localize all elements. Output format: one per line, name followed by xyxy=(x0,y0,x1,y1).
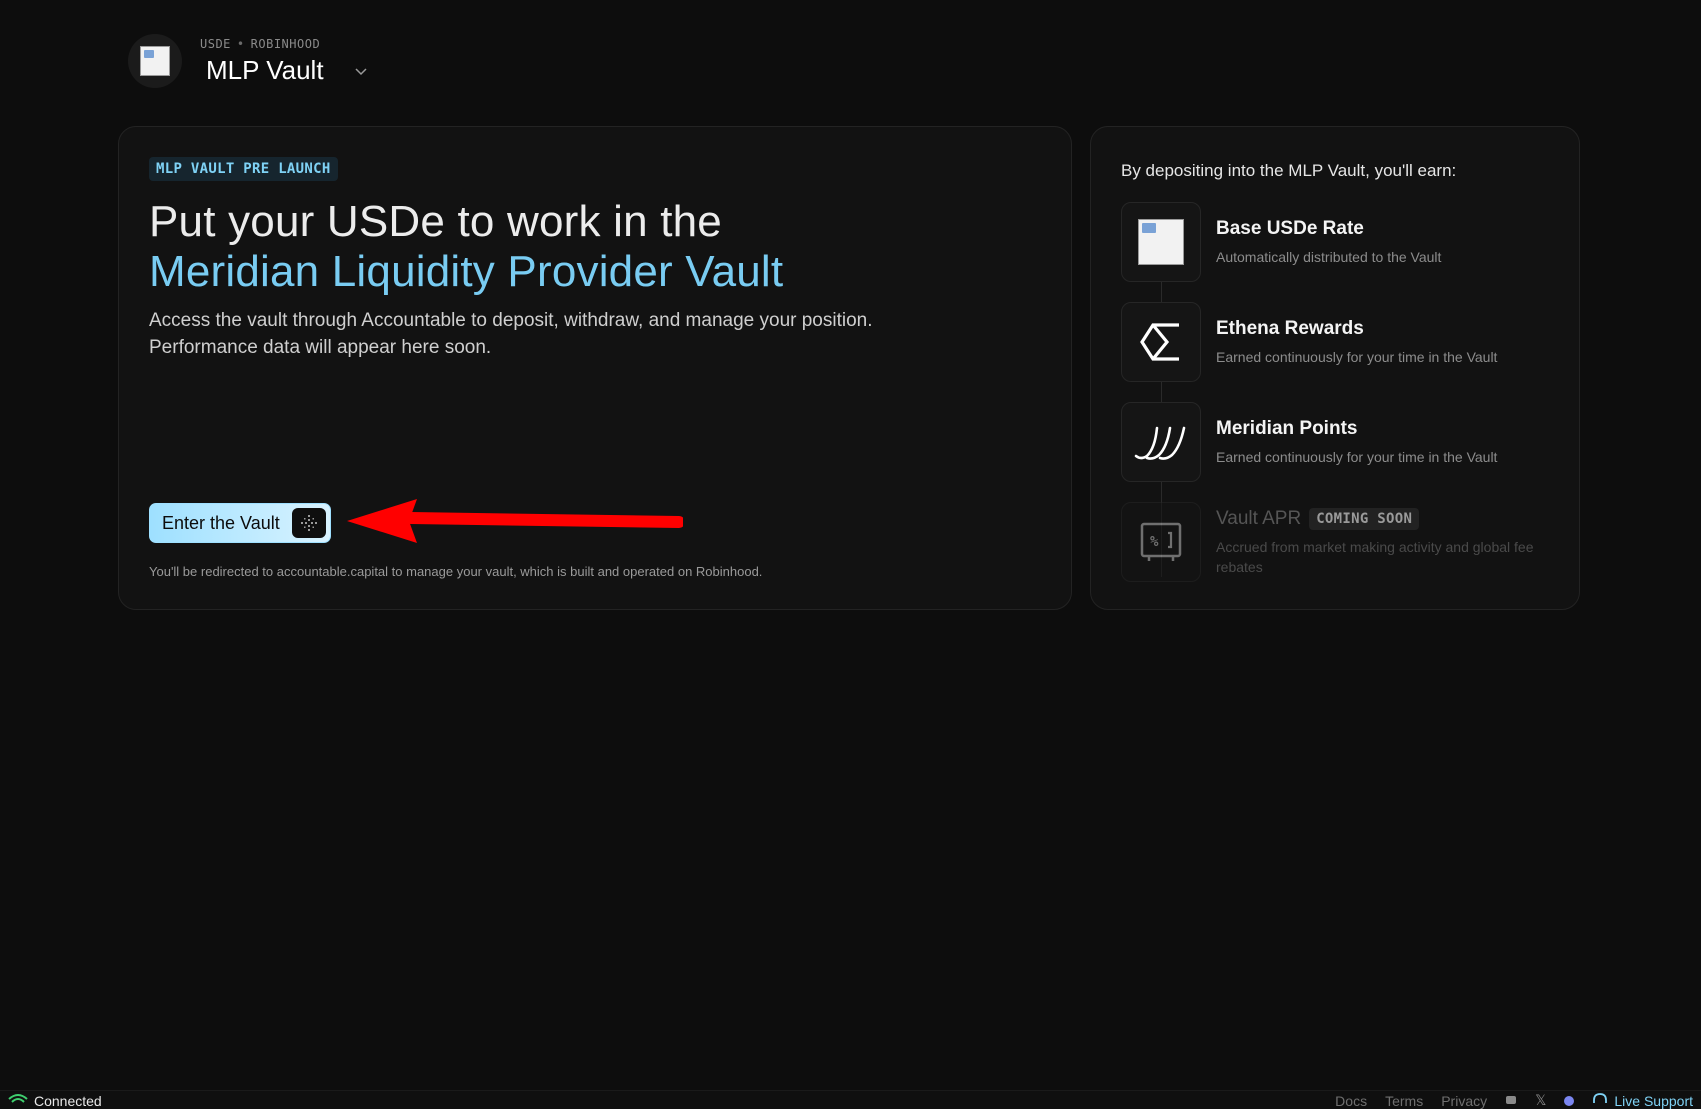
discord-icon[interactable] xyxy=(1505,1093,1517,1109)
status-dot-icon xyxy=(1564,1095,1575,1106)
broken-image-icon xyxy=(1138,219,1184,265)
reward-description: Earned continuously for your time in the… xyxy=(1216,349,1498,365)
description-line-2: Performance data will appear here soon. xyxy=(149,337,492,358)
meta-separator: • xyxy=(236,36,245,51)
vault-selector[interactable]: USDE • ROBINHOOD MLP Vault xyxy=(198,37,368,86)
coming-soon-badge: COMING SOON xyxy=(1309,508,1420,530)
footer-link-docs[interactable]: Docs xyxy=(1335,1093,1367,1109)
connection-status-label: Connected xyxy=(34,1092,102,1109)
meridian-logo-icon xyxy=(1134,426,1186,460)
red-arrow-annotation xyxy=(347,499,683,543)
x-twitter-icon[interactable]: 𝕏 xyxy=(1535,1092,1546,1109)
reward-title-text: Vault APR xyxy=(1216,508,1302,529)
live-support-label: Live Support xyxy=(1614,1092,1693,1109)
chain-label: ROBINHOOD xyxy=(250,36,321,51)
wifi-icon xyxy=(8,1092,28,1109)
reward-description: Automatically distributed to the Vault xyxy=(1216,249,1442,265)
footer-link-terms[interactable]: Terms xyxy=(1385,1093,1423,1109)
reward-ethena-rewards: Ethena Rewards Earned continuously for y… xyxy=(1121,302,1561,382)
redirect-note: You'll be redirected to accountable.capi… xyxy=(149,564,763,579)
headline: Put your USDe to work in the Meridian Li… xyxy=(149,197,783,297)
earnings-heading: By depositing into the MLP Vault, you'll… xyxy=(1121,161,1457,180)
headset-icon xyxy=(1592,1092,1608,1109)
prelaunch-badge: MLP VAULT PRE LAUNCH xyxy=(149,157,338,181)
vault-meta: USDE • ROBINHOOD xyxy=(198,37,368,51)
reward-title: Base USDe Rate xyxy=(1216,218,1364,239)
connection-status: Connected xyxy=(8,1092,102,1109)
vault-title: MLP Vault xyxy=(206,54,324,85)
ethena-logo-icon xyxy=(1140,323,1179,361)
token-label: USDE xyxy=(200,36,231,51)
reward-title: Ethena Rewards xyxy=(1216,318,1364,339)
reward-title: Vault APR COMING SOON xyxy=(1216,508,1556,530)
enter-vault-button[interactable]: Enter the Vault xyxy=(149,503,331,543)
svg-text:%: % xyxy=(1150,534,1159,550)
vault-description: Access the vault through Accountable to … xyxy=(149,307,1009,361)
reward-icon-box: % xyxy=(1121,502,1201,582)
vault-header: USDE • ROBINHOOD MLP Vault xyxy=(128,34,368,88)
enter-vault-label: Enter the Vault xyxy=(162,512,280,533)
reward-icon-box xyxy=(1121,302,1201,382)
headline-line-1: Put your USDe to work in the xyxy=(149,197,722,246)
earnings-card: By depositing into the MLP Vault, you'll… xyxy=(1090,126,1580,610)
reward-vault-apr: % Vault APR COMING SOON Accrued from mar… xyxy=(1121,502,1561,582)
broken-image-icon xyxy=(140,46,170,76)
reward-meridian-points: Meridian Points Earned continuously for … xyxy=(1121,402,1561,482)
chevron-down-icon[interactable] xyxy=(354,63,368,81)
description-line-1: Access the vault through Accountable to … xyxy=(149,310,873,331)
footer-bar: Connected Docs Terms Privacy 𝕏 Live Supp… xyxy=(0,1090,1701,1109)
reward-title: Meridian Points xyxy=(1216,418,1358,439)
sparkle-grid-icon xyxy=(291,508,326,538)
reward-icon-box xyxy=(1121,402,1201,482)
vault-logo xyxy=(128,34,182,88)
footer-link-privacy[interactable]: Privacy xyxy=(1441,1093,1487,1109)
headline-line-2: Meridian Liquidity Provider Vault xyxy=(149,247,784,296)
reward-icon-box xyxy=(1121,202,1201,282)
reward-base-usde-rate: Base USDe Rate Automatically distributed… xyxy=(1121,202,1561,282)
footer-links: Docs Terms Privacy 𝕏 Live Support xyxy=(1335,1092,1693,1109)
vault-intro-card: MLP VAULT PRE LAUNCH Put your USDe to wo… xyxy=(118,126,1072,610)
live-support-link[interactable]: Live Support xyxy=(1592,1092,1693,1109)
reward-description: Earned continuously for your time in the… xyxy=(1216,449,1498,465)
reward-description: Accrued from market making activity and … xyxy=(1216,539,1534,575)
percent-safe-icon: % xyxy=(1140,522,1182,561)
